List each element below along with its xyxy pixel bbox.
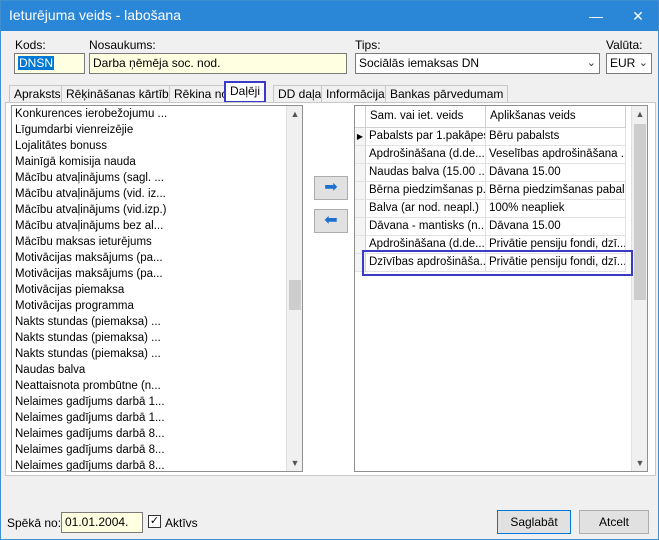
grid-cell-sam-veids[interactable]: Apdrošināšana (d.de... — [366, 146, 486, 164]
grid-cell-aplik-veids[interactable]: Bērna piedzimšanas pabal... — [486, 182, 626, 200]
tab-dd-dala[interactable]: DD daļa — [273, 85, 327, 103]
scroll-down-icon[interactable]: ▼ — [632, 455, 647, 471]
list-item[interactable]: Nelaimes gadījums darbā 8... — [12, 426, 302, 442]
grid-cell-sam-veids[interactable]: Balva (ar nod. neapl.) — [366, 200, 486, 218]
list-item[interactable]: Līgumdarbi vienreizējie — [12, 122, 302, 138]
list-item[interactable]: Konkurences ierobežojumu ... — [12, 106, 302, 122]
list-item[interactable]: Mācību atvaļinājums (sagl. ... — [12, 170, 302, 186]
scroll-up-icon[interactable]: ▲ — [632, 106, 647, 122]
speka-no-label: Spēkā no: — [7, 516, 62, 530]
chevron-down-icon: ⌄ — [638, 57, 648, 69]
grid-corner — [355, 106, 366, 128]
list-item[interactable]: Nelaimes gadījums darbā 1... — [12, 410, 302, 426]
list-item[interactable]: Neattaisnota prombūtne (n... — [12, 378, 302, 394]
list-item[interactable]: Nelaimes gadījums darbā 8... — [12, 458, 302, 471]
row-selector[interactable] — [355, 200, 366, 218]
close-button[interactable]: ✕ — [618, 1, 658, 31]
grid-cell-aplik-veids[interactable]: 100% neapliek — [486, 200, 626, 218]
list-item[interactable]: Mācību atvaļinājums bez al... — [12, 218, 302, 234]
list-item[interactable]: Motivācijas maksājums (pa... — [12, 250, 302, 266]
table-row[interactable]: Dāvana - mantisks (n... Dāvana 15.00 — [355, 218, 631, 236]
aktivs-label: Aktīvs — [165, 516, 198, 530]
scroll-thumb[interactable] — [634, 124, 646, 300]
list-item[interactable]: Mācību maksas ieturējums — [12, 234, 302, 250]
available-types-list[interactable]: Konkurences ierobežojumu ... Līgumdarbi v… — [11, 105, 303, 472]
aktivs-checkbox[interactable]: ✓ — [148, 515, 161, 528]
list-item[interactable]: Mainīgā komisija nauda — [12, 154, 302, 170]
row-selector[interactable] — [355, 146, 366, 164]
row-selector[interactable] — [355, 218, 366, 236]
tab-rekinasanas-kartiba[interactable]: Rēķināšanas kārtība — [61, 85, 181, 103]
grid-header-aplik-veids[interactable]: Aplikšanas veids — [486, 106, 626, 128]
list-item[interactable]: Nakts stundas (piemaksa) ... — [12, 346, 302, 362]
cancel-button[interactable]: Atcelt — [579, 510, 649, 534]
move-right-button[interactable]: ➡ — [314, 176, 348, 200]
left-list-items: Konkurences ierobežojumu ... Līgumdarbi v… — [12, 106, 302, 471]
scroll-down-icon[interactable]: ▼ — [287, 455, 302, 471]
title-bar: Ieturējuma veids - labošana — ✕ — [1, 1, 658, 31]
valuta-value: EUR — [610, 56, 636, 70]
table-row[interactable]: Balva (ar nod. neapl.) 100% neapliek — [355, 200, 631, 218]
tips-label: Tips: — [355, 38, 381, 52]
kods-field[interactable]: DNSN — [14, 53, 85, 74]
tab-daleji[interactable]: Daļēji — [224, 81, 267, 103]
window-title: Ieturējuma veids - labošana — [9, 7, 181, 23]
list-item[interactable]: Nelaimes gadījums darbā 8... — [12, 442, 302, 458]
kods-label: Kods: — [15, 38, 46, 52]
tab-informacija[interactable]: Informācija — [321, 85, 390, 103]
list-item[interactable]: Motivācijas programma — [12, 298, 302, 314]
tips-select[interactable]: Sociālās iemaksas DN ⌄ — [355, 53, 600, 74]
nosaukums-field[interactable]: Darba ņēmēja soc. nod. — [89, 53, 347, 74]
grid-cell-sam-veids[interactable]: Bērna piedzimšanas p... — [366, 182, 486, 200]
table-row[interactable]: Apdrošināšana (d.de... Veselības apdrošin… — [355, 146, 631, 164]
chevron-down-icon: ⌄ — [586, 57, 596, 69]
grid-header-sam-veids[interactable]: Sam. vai iet. veids — [366, 106, 486, 128]
table-row[interactable]: Naudas balva (15.00 ... Dāvana 15.00 — [355, 164, 631, 182]
selected-types-grid[interactable]: Sam. vai iet. veids Aplikšanas veids ▶ Pa… — [354, 105, 648, 472]
grid-cell-sam-veids[interactable]: Dāvana - mantisks (n... — [366, 218, 486, 236]
table-row[interactable]: Bērna piedzimšanas p... Bērna piedzimšana… — [355, 182, 631, 200]
list-item[interactable]: Nakts stundas (piemaksa) ... — [12, 330, 302, 346]
table-row[interactable]: ▶ Pabalsts par 1.pakāpes Bēru pabalsts — [355, 128, 631, 146]
row-selector[interactable] — [355, 164, 366, 182]
tab-apraksts[interactable]: Apraksts — [9, 85, 66, 103]
grid-cell-aplik-veids[interactable]: Dāvana 15.00 — [486, 164, 626, 182]
grid-scrollbar[interactable]: ▲ ▼ — [631, 106, 647, 471]
save-button[interactable]: Saglabāt — [497, 510, 571, 534]
list-item[interactable]: Motivācijas piemaksa — [12, 282, 302, 298]
grid-cell-aplik-veids[interactable]: Bēru pabalsts — [486, 128, 626, 146]
valuta-label: Valūta: — [606, 38, 643, 52]
nosaukums-label: Nosaukums: — [89, 38, 156, 52]
arrow-left-icon: ⬅ — [324, 212, 338, 229]
scroll-up-icon[interactable]: ▲ — [287, 106, 302, 122]
row-selector[interactable]: ▶ — [355, 128, 366, 146]
list-item[interactable]: Naudas balva — [12, 362, 302, 378]
minimize-button[interactable]: — — [576, 1, 616, 31]
tips-value: Sociālās iemaksas DN — [359, 56, 480, 70]
list-item[interactable]: Motivācijas maksājums (pa... — [12, 266, 302, 282]
grid-cell-aplik-veids[interactable]: Veselības apdrošināšana ... — [486, 146, 626, 164]
arrow-right-icon: ➡ — [324, 179, 338, 196]
tab-bankas-parvedumam[interactable]: Bankas pārvedumam — [385, 85, 509, 103]
left-list-scrollbar[interactable]: ▲ ▼ — [286, 106, 302, 471]
grid-cell-aplik-veids[interactable]: Dāvana 15.00 — [486, 218, 626, 236]
list-item[interactable]: Nelaimes gadījums darbā 1... — [12, 394, 302, 410]
list-item[interactable]: Nakts stundas (piemaksa) ... — [12, 314, 302, 330]
speka-no-field[interactable]: 01.01.2004. — [61, 512, 143, 533]
valuta-select[interactable]: EUR ⌄ — [606, 53, 652, 74]
list-item[interactable]: Mācību atvaļinājums (vid.izp.) — [12, 202, 302, 218]
row-selector[interactable] — [355, 182, 366, 200]
dialog-window: Ieturējuma veids - labošana — ✕ Kods: No… — [0, 0, 659, 540]
scroll-thumb[interactable] — [289, 280, 301, 310]
highlighted-row-outline — [362, 250, 633, 276]
list-item[interactable]: Mācību atvaļinājums (vid. iz... — [12, 186, 302, 202]
list-item[interactable]: Lojalitātes bonuss — [12, 138, 302, 154]
kods-value: DNSN — [18, 56, 55, 70]
grid-cell-sam-veids[interactable]: Naudas balva (15.00 ... — [366, 164, 486, 182]
grid-cell-sam-veids[interactable]: Pabalsts par 1.pakāpes — [366, 128, 486, 146]
move-left-button[interactable]: ⬅ — [314, 209, 348, 233]
